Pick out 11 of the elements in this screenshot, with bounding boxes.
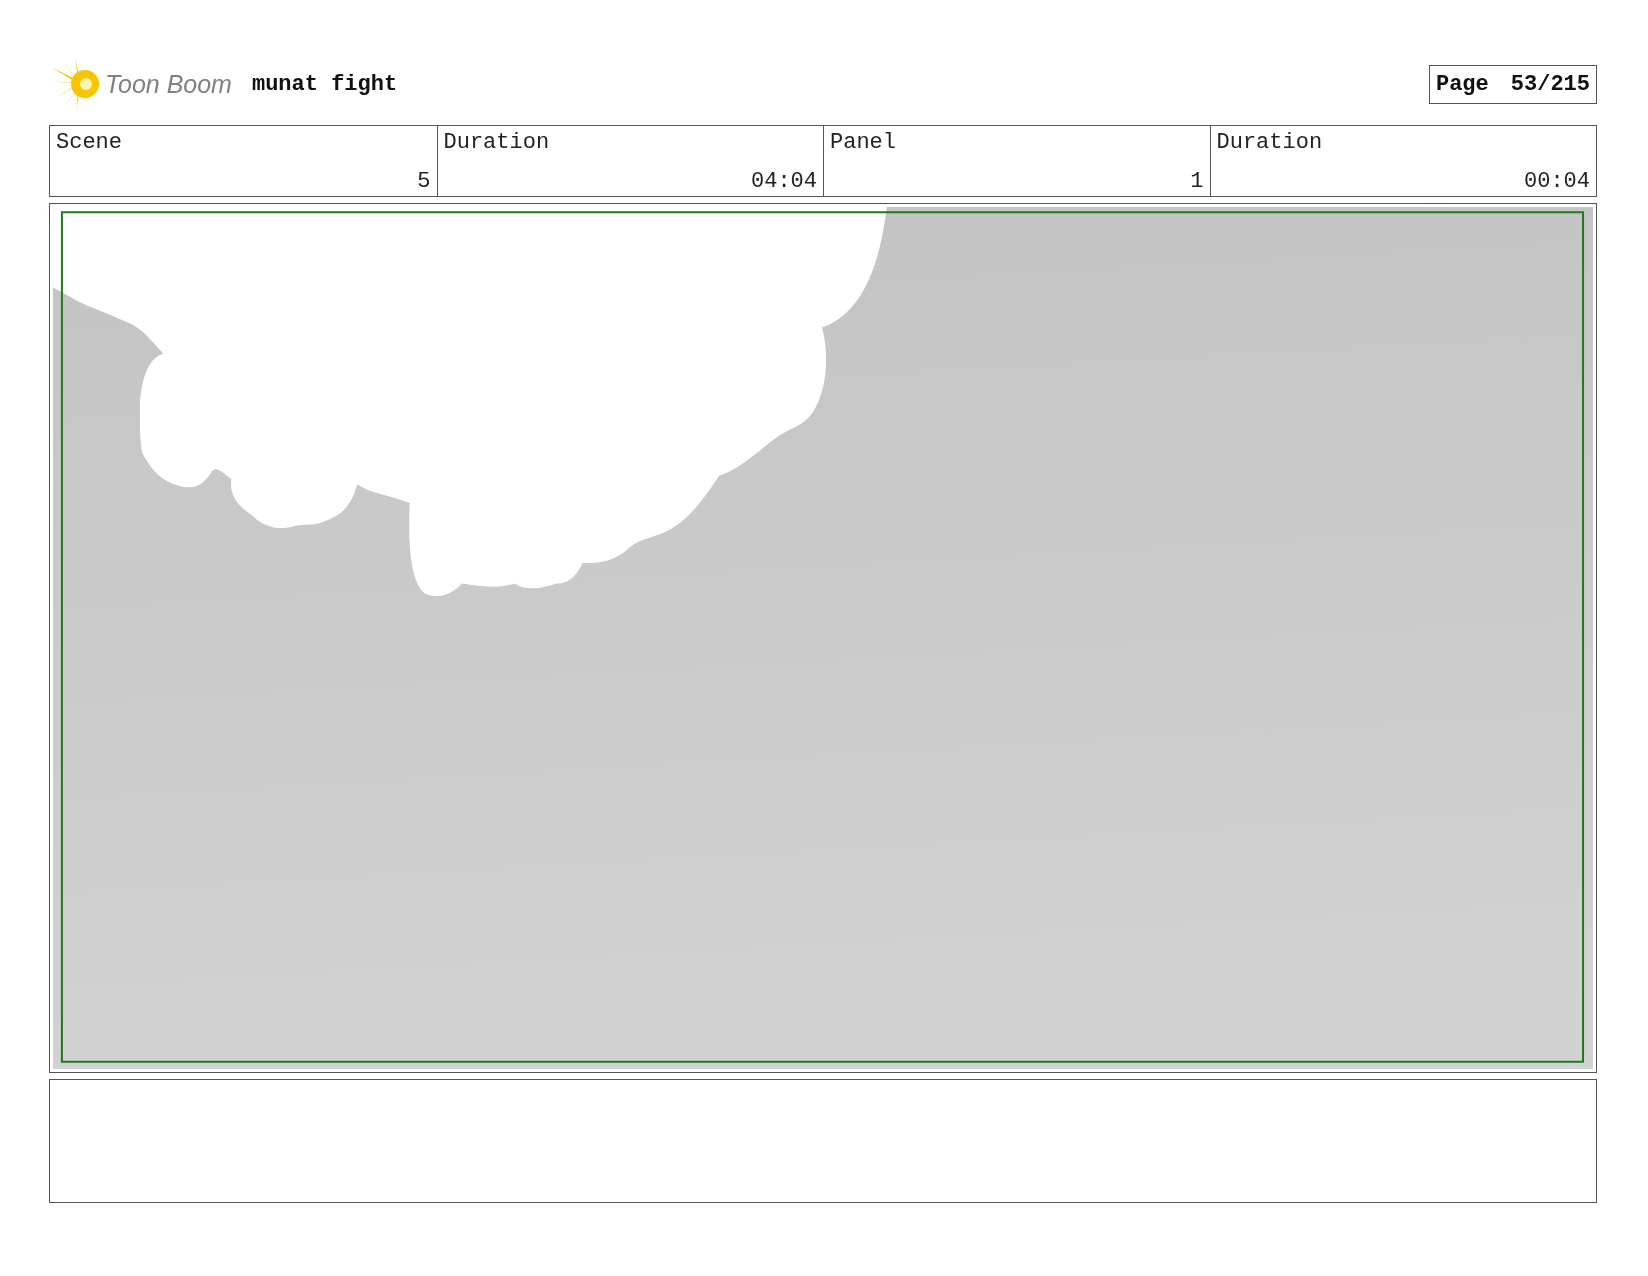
column-header: Duration	[1216, 130, 1324, 155]
table-cell: 00:04	[1524, 169, 1590, 194]
table-cell: 5	[417, 169, 431, 194]
column-header: Duration	[443, 130, 551, 155]
page-counter: Page 53/215	[1428, 64, 1597, 104]
column-header: Scene	[56, 130, 123, 155]
column-header: Panel	[830, 130, 897, 155]
storyboard-title: munat fight	[251, 71, 398, 97]
table-cell: 04:04	[751, 169, 817, 194]
table-cell: 1	[1190, 169, 1204, 194]
logo-text: Toon Boom	[105, 69, 232, 99]
